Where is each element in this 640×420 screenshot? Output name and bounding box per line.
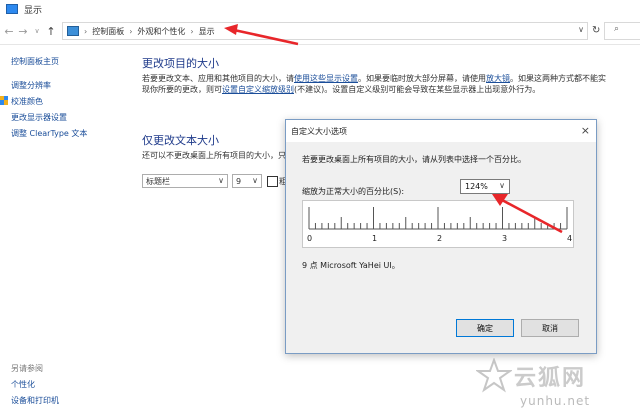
display-settings-link[interactable]: 使用这些显示设置: [294, 74, 358, 83]
font-size-select[interactable]: 9 ∨: [232, 174, 262, 188]
chevron-down-icon: ∨: [499, 181, 505, 190]
window-title: 显示: [24, 5, 43, 16]
annotation-arrow-icon: [224, 24, 299, 46]
desc-text: 若要更改文本、应用和其他项目的大小，请: [142, 74, 294, 83]
desc-text: 。如果要临时放大部分屏幕，请使用: [358, 74, 486, 83]
magnifier-link[interactable]: 放大镜: [486, 74, 510, 83]
ok-button[interactable]: 确定: [456, 319, 514, 337]
breadcrumb-appearance[interactable]: 外观和个性化: [137, 26, 185, 37]
font-size-value: 9: [236, 176, 242, 186]
sidebar-item-cleartype[interactable]: 调整 ClearType 文本: [11, 128, 87, 139]
text-size-heading: 仅更改文本大小: [142, 134, 219, 147]
ruler-label-1: 1: [372, 234, 378, 243]
ruler-label-0: 0: [307, 234, 313, 243]
annotation-arrow-icon: [492, 194, 563, 234]
control-panel-icon: [67, 26, 79, 36]
sidebar-item-monitor-settings[interactable]: 更改显示器设置: [11, 112, 67, 123]
scale-percent-label: 缩放为正常大小的百分比(S):: [302, 187, 405, 196]
control-panel-window: 显示 ← → ∨ ↑ › 控制面板 › 外观和个性化 › 显示 ∨ ↻ ⌕ 控制…: [0, 0, 640, 420]
chevron-down-icon: ∨: [218, 176, 224, 185]
search-input[interactable]: [604, 22, 640, 40]
refresh-icon[interactable]: ↻: [592, 25, 600, 36]
sidebar-item-calibrate[interactable]: 校准颜色: [11, 96, 43, 107]
page-title: 更改项目的大小: [142, 57, 219, 70]
watermark-name: 云狐网: [514, 366, 587, 391]
item-select[interactable]: 标题栏 ∨: [142, 174, 228, 188]
display-app-icon: [6, 4, 18, 14]
page-description: 若要更改文本、应用和其他项目的大小，请使用这些显示设置。如果要临时放大部分屏幕，…: [142, 73, 612, 95]
dialog-title-bar: 自定义大小选项 ×: [286, 120, 596, 142]
star-logo-icon: [476, 358, 512, 393]
breadcrumb-control-panel[interactable]: 控制面板: [92, 26, 124, 37]
forward-arrow-icon[interactable]: →: [16, 23, 30, 39]
sidebar-item-resolution[interactable]: 调整分辨率: [11, 80, 51, 91]
back-arrow-icon[interactable]: ←: [2, 23, 16, 39]
up-arrow-icon[interactable]: ↑: [44, 23, 58, 39]
close-icon[interactable]: ×: [581, 124, 590, 137]
search-icon: ⌕: [614, 24, 620, 34]
ruler-label-2: 2: [437, 234, 443, 243]
chevron-down-icon: ∨: [252, 176, 258, 185]
item-select-value: 标题栏: [146, 176, 170, 186]
sidebar-item-home[interactable]: 控制面板主页: [11, 56, 59, 67]
breadcrumb-separator-icon[interactable]: ›: [129, 27, 132, 36]
see-also-heading: 另请参阅: [11, 364, 43, 373]
sidebar-item-devices-printers[interactable]: 设备和打印机: [11, 395, 59, 406]
scale-percent-value: 124%: [465, 182, 488, 191]
text-size-description: 还可以不更改桌面上所有项目的大小，只: [142, 151, 286, 160]
dialog-instruction: 若要更改桌面上所有项目的大小，请从列表中选择一个百分比。: [302, 155, 526, 164]
cancel-button[interactable]: 取消: [521, 319, 579, 337]
bold-checkbox[interactable]: [267, 176, 278, 187]
desc-text: (不建议)。设置自定义级别可能会导致在某些显示器上出现意外行为。: [294, 85, 541, 94]
title-bar: 显示: [0, 0, 640, 18]
shield-icon: [0, 96, 8, 105]
breadcrumb-display[interactable]: 显示: [199, 26, 215, 37]
watermark: 云狐网 yunhu.net: [476, 354, 636, 416]
address-bar[interactable]: › 控制面板 › 外观和个性化 › 显示 ∨: [62, 22, 588, 40]
recent-dropdown-icon[interactable]: ∨: [30, 23, 44, 39]
navigation-bar: ← → ∨ ↑ › 控制面板 › 外观和个性化 › 显示 ∨ ↻ ⌕: [0, 18, 640, 45]
font-info-text: 9 点 Microsoft YaHei UI。: [302, 261, 400, 270]
custom-scaling-link[interactable]: 设置自定义缩放级别: [222, 85, 294, 94]
breadcrumb-separator-icon[interactable]: ›: [190, 27, 193, 36]
sidebar-item-personalize[interactable]: 个性化: [11, 379, 35, 390]
breadcrumb-separator-icon[interactable]: ›: [84, 27, 87, 36]
address-dropdown-icon[interactable]: ∨: [578, 25, 584, 34]
dialog-title: 自定义大小选项: [291, 127, 347, 136]
sidebar: 控制面板主页 调整分辨率 校准颜色 更改显示器设置 调整 ClearType 文…: [0, 46, 125, 420]
watermark-url: yunhu.net: [520, 394, 591, 408]
